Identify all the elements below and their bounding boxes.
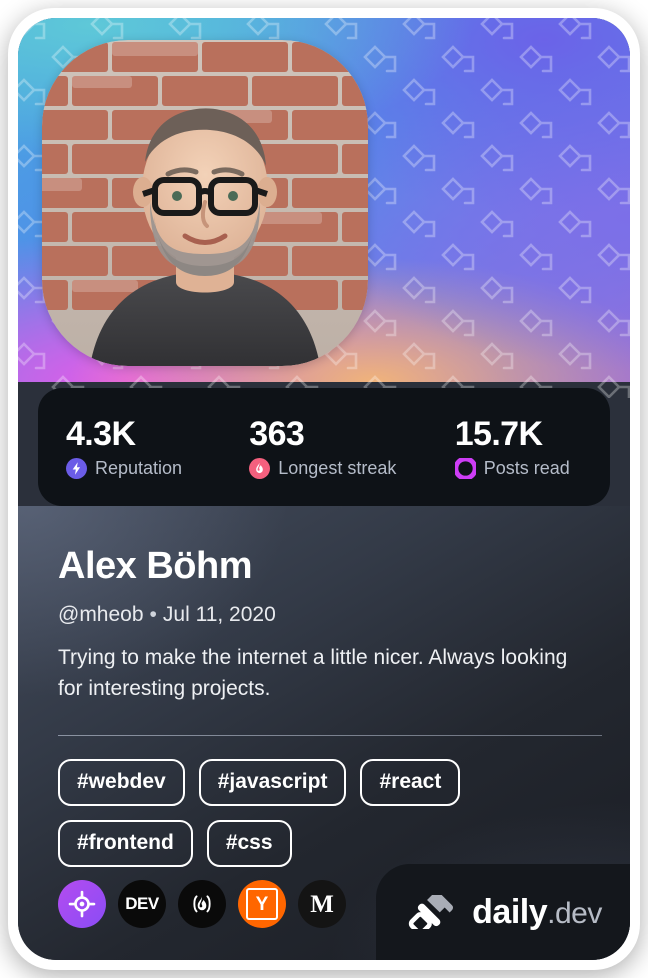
stat-reputation: 4.3K Reputation [38,415,221,479]
flame-paren-icon [193,895,211,913]
brand-wordmark: daily .dev [472,893,602,932]
daily-dev-logo-icon [408,895,454,929]
meta-separator: • [149,603,157,626]
stat-posts-read-value: 15.7K [454,415,543,453]
profile-bio: Trying to make the internet a little nic… [58,646,568,700]
tag-item[interactable]: #frontend [58,820,193,867]
stat-longest-streak-label: Longest streak [278,458,397,478]
medium-icon: M [310,890,334,918]
tag-item[interactable]: #javascript [198,759,347,806]
tag-item[interactable]: #react [360,759,461,806]
profile-name: Alex Böhm [58,545,252,587]
stat-posts-read: 15.7K Posts read [427,415,610,479]
stat-posts-read-label: Posts read [483,458,570,478]
stats-panel: 4.3K Reputation 363 Longest streak 15.7K… [38,388,610,506]
ring-icon [454,457,476,479]
devcard-inner: 4.3K Reputation 363 Longest streak 15.7K… [18,18,630,960]
stat-longest-streak: 363 Longest streak [221,415,426,479]
stat-reputation-value: 4.3K [66,415,136,453]
stat-longest-streak-value: 363 [249,415,305,453]
devcard: 4.3K Reputation 363 Longest streak 15.7K… [8,8,640,970]
cover-banner [18,18,630,398]
profile-joined-date: Jul 11, 2020 [162,603,276,626]
social-link-devto[interactable]: DEV [118,880,166,928]
crosshair-icon [68,890,96,918]
y-combinator-icon: Y [246,888,278,920]
dev-icon: DEV [125,894,159,913]
profile-meta: @mheob • Jul 11, 2020 [58,602,276,628]
avatar [42,40,368,366]
profile-body: Alex Böhm @mheob • Jul 11, 2020 Trying to … [18,506,630,960]
brand-suffix: .dev [547,896,602,930]
social-link-roadmap[interactable] [58,880,106,928]
social-link-hashnode[interactable] [178,880,226,928]
section-divider [58,735,602,736]
flame-icon [249,457,271,479]
brand-footer: daily .dev [376,864,630,960]
social-link-ycombinator[interactable]: Y [238,880,286,928]
social-links: DEV Y M [58,880,346,928]
tag-list: #webdev #javascript #react #frontend #cs… [58,759,604,867]
tag-item[interactable]: #css [206,820,292,867]
social-link-medium[interactable]: M [298,880,346,928]
tag-item[interactable]: #webdev [58,759,185,806]
brand-name: daily [472,892,548,931]
profile-handle: @mheob [58,603,144,626]
stat-reputation-label: Reputation [95,458,183,478]
bolt-icon [66,457,87,479]
